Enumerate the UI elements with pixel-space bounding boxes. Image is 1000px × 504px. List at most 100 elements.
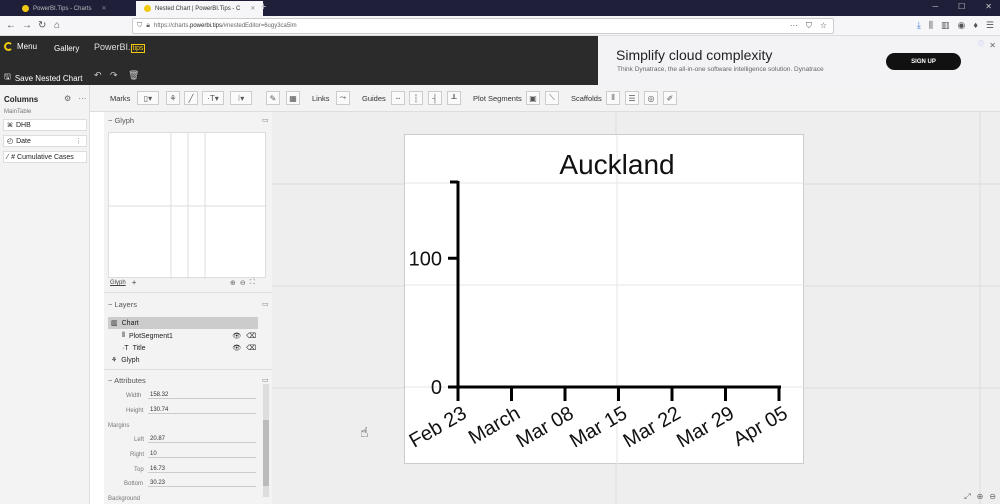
links-label: Links xyxy=(312,94,330,103)
glyph-panel-toggle-icon[interactable]: ▭ xyxy=(262,116,269,124)
width-input[interactable]: 158.32 xyxy=(148,392,256,399)
line-segment-icon: ⟍ xyxy=(549,93,555,102)
scaffold-polar-button[interactable]: ◎ xyxy=(644,91,658,105)
close-window-icon[interactable]: ✕ xyxy=(985,2,992,11)
layers-section-header[interactable]: − Layers xyxy=(108,300,137,309)
redo-icon[interactable]: ↷ xyxy=(110,70,118,81)
forward-icon[interactable]: → xyxy=(22,20,32,31)
undo-icon[interactable]: ↶ xyxy=(94,70,102,81)
account-icon[interactable]: ◉ xyxy=(957,20,965,31)
page-actions-icon[interactable]: ··· xyxy=(790,21,798,31)
chart-area[interactable]: Auckland 0 100 Feb 23 March Mar 08 Mar 15 Mar… xyxy=(404,134,805,465)
visibility-eye-icon[interactable]: 👁︎ xyxy=(232,332,241,340)
scaffold-horizontal-button[interactable]: ⫴ xyxy=(606,91,620,105)
divider xyxy=(104,369,272,370)
delete-layer-icon[interactable]: ⌫ xyxy=(246,344,256,352)
zoom-out-icon[interactable]: ⊖ xyxy=(989,492,996,502)
zoom-fit-icon[interactable]: ⛶ xyxy=(250,279,255,287)
scaffold-horizontal-icon: ⫴ xyxy=(611,93,615,102)
layer-title[interactable]: ·T Title 👁︎ ⌫ xyxy=(108,342,258,354)
maximize-icon[interactable]: ☐ xyxy=(958,2,965,11)
scaffold-curve-button[interactable]: ✐ xyxy=(663,91,677,105)
attributes-panel-toggle-icon[interactable]: ▭ xyxy=(262,376,269,384)
text-mark-button[interactable]: ·T▾ xyxy=(202,91,224,105)
layers-panel-toggle-icon[interactable]: ▭ xyxy=(262,300,269,308)
close-tab-icon[interactable]: ✕ xyxy=(101,5,106,12)
extension-icon[interactable]: ♦ xyxy=(973,20,978,31)
guides-label: Guides xyxy=(362,94,386,103)
library-icon[interactable]: ⫼ xyxy=(929,20,933,31)
margin-left-input[interactable]: 20.87 xyxy=(148,436,256,443)
close-tab-icon[interactable]: ✕ xyxy=(250,5,255,12)
zoom-in-icon[interactable]: ⊕ xyxy=(230,279,236,287)
guide-coordinator-x-button[interactable]: ┤ xyxy=(428,91,442,105)
chart-title[interactable]: Auckland xyxy=(559,149,674,180)
back-icon[interactable]: ← xyxy=(6,20,16,31)
gallery-button[interactable]: Gallery xyxy=(54,44,79,53)
table-settings-icon[interactable]: ⚙ xyxy=(64,94,71,103)
height-input[interactable]: 130.74 xyxy=(148,407,256,414)
overflow-menu-icon[interactable]: ☰ xyxy=(986,20,994,31)
region-2d-button[interactable]: ▣ xyxy=(526,91,540,105)
ad-close-icon[interactable]: ✕ xyxy=(989,41,996,50)
url-bar[interactable]: ⛉ 🔒︎ https://charts.powerbi.tips/#nested… xyxy=(132,18,834,34)
sidebar-icon[interactable]: ▥ xyxy=(941,20,950,31)
attributes-scrollbar-thumb[interactable] xyxy=(263,420,269,486)
line-mark-button[interactable]: ╱ xyxy=(184,91,198,105)
link-button[interactable]: ⤳ xyxy=(336,91,350,105)
column-cumulative-cases[interactable]: ⁄ # Cumulative Cases xyxy=(3,151,87,163)
column-dhb[interactable]: ⌘ DHB xyxy=(3,119,87,131)
advertisement-banner[interactable]: Simplify cloud complexity Think Dynatrac… xyxy=(598,36,1000,85)
save-nested-chart-button[interactable]: 🖫︎ Save Nested Chart xyxy=(4,71,82,85)
ad-info-icon[interactable]: ⓘ xyxy=(978,39,984,48)
glyph-section-header[interactable]: − Glyph xyxy=(108,116,134,125)
margin-bottom-input[interactable]: 30.23 xyxy=(148,480,256,487)
layer-chart[interactable]: ▥ Chart xyxy=(108,317,258,329)
draw-link-button[interactable]: ✎ xyxy=(266,91,280,105)
table-name: MainTable xyxy=(4,109,32,115)
symbol-mark-button[interactable]: ⚘ xyxy=(166,91,180,105)
minimize-icon[interactable]: ─ xyxy=(932,2,938,11)
guide-coordinator-y-button[interactable]: ╨ xyxy=(447,91,461,105)
guide-y-button[interactable]: ┆ xyxy=(409,91,423,105)
ad-sign-up-button[interactable]: SIGN UP xyxy=(886,53,961,70)
menu-button[interactable]: Menu xyxy=(4,42,37,51)
bookmark-star-icon[interactable]: ☆ xyxy=(820,21,827,31)
add-glyph-button[interactable]: + xyxy=(132,278,137,287)
new-tab-button[interactable]: + xyxy=(260,1,266,13)
numeric-column-icon: ⁄ xyxy=(7,153,9,161)
delete-layer-icon[interactable]: ⌫ xyxy=(246,332,256,340)
pocket-icon[interactable]: ⛉ xyxy=(806,21,812,31)
browser-tab-nested-chart[interactable]: Nested Chart | PowerBI.Tips - C ✕ xyxy=(136,1,264,16)
rectangle-mark-button[interactable]: ▯▾ xyxy=(137,91,159,105)
layer-plotsegment1[interactable]: ⫴ PlotSegment1 👁︎ ⌫ xyxy=(108,330,258,342)
layer-glyph[interactable]: ⚘ Glyph xyxy=(108,354,258,366)
scaffold-vertical-button[interactable]: ☰ xyxy=(625,91,639,105)
scaffold-vertical-icon: ☰ xyxy=(628,93,636,103)
glyph-tab[interactable]: Glyph xyxy=(110,280,126,287)
guide-x-button[interactable]: ┄ xyxy=(391,91,405,105)
glyph-editor-canvas[interactable] xyxy=(108,132,267,279)
home-icon[interactable]: ⌂ xyxy=(54,20,60,31)
browser-tab-charts[interactable]: PowerBI.Tips - Charts ✕ xyxy=(14,1,115,16)
visibility-eye-icon[interactable]: 👁︎ xyxy=(232,344,241,352)
chart-canvas[interactable]: Auckland 0 100 Feb 23 March Mar 08 Mar 15 Mar… xyxy=(272,112,1000,504)
zoom-out-icon[interactable]: ⊖ xyxy=(240,279,246,287)
download-icon[interactable]: ⤓ xyxy=(917,20,921,31)
trash-icon[interactable]: 🗑︎ xyxy=(128,70,139,81)
reload-icon[interactable]: ↻ xyxy=(38,20,46,31)
data-axis-button[interactable]: ⁝▾ xyxy=(230,91,252,105)
column-menu-icon[interactable]: ⋮ xyxy=(75,137,82,145)
attributes-section-header[interactable]: − Attributes xyxy=(108,376,146,385)
more-options-icon[interactable]: ··· xyxy=(78,94,86,103)
ad-title[interactable]: Simplify cloud complexity xyxy=(616,47,772,63)
shield-icon[interactable]: ⛉ xyxy=(137,22,142,30)
zoom-fit-icon[interactable]: ⤢ xyxy=(964,492,970,502)
margin-top-input[interactable]: 16.73 xyxy=(148,466,256,473)
line-segment-button[interactable]: ⟍ xyxy=(545,91,559,105)
column-date[interactable]: ◴ Date ⋮ xyxy=(3,135,87,147)
lock-icon[interactable]: 🔒︎ xyxy=(146,22,150,30)
nested-chart-button[interactable]: ▦ xyxy=(286,91,300,105)
zoom-in-icon[interactable]: ⊕ xyxy=(977,492,984,502)
margin-right-input[interactable]: 10 xyxy=(148,451,256,458)
